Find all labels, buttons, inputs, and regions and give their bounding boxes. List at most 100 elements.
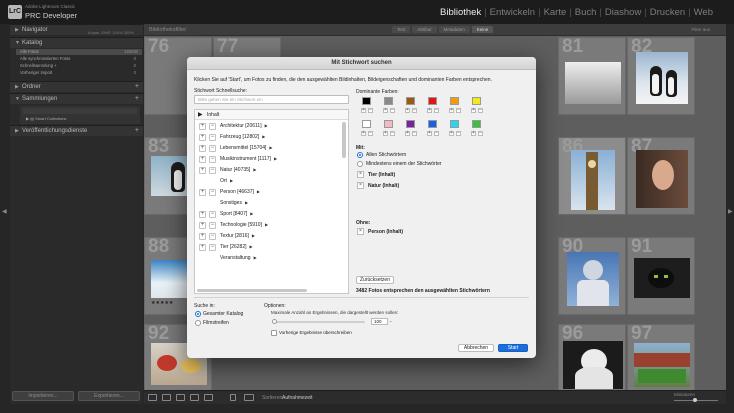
navigator-panel-header[interactable]: ▶ Navigator Anpas. EINP. 100% 300% — [10, 24, 143, 35]
add-color-icon[interactable]: + — [471, 131, 476, 136]
exclude-keyword-icon[interactable]: − — [209, 189, 216, 196]
grid-cell[interactable]: 90 — [558, 237, 626, 315]
keyword-search-input[interactable]: Bitte geben Sie ein Stichwort ein — [194, 95, 349, 104]
expand-arrow-icon[interactable]: ▶ — [262, 222, 268, 227]
grid-cell[interactable]: 82 — [627, 37, 695, 115]
survey-view-icon[interactable] — [190, 394, 199, 401]
add-keyword-icon[interactable]: + — [199, 189, 206, 196]
exclude-color-icon[interactable]: − — [434, 131, 439, 136]
max-results-slider-knob[interactable] — [272, 319, 277, 324]
grid-cell[interactable]: 87 — [627, 137, 695, 215]
exclude-keyword-icon[interactable]: − — [209, 156, 216, 163]
add-keyword-icon[interactable]: + — [199, 156, 206, 163]
exclude-color-icon[interactable]: − — [434, 108, 439, 113]
reset-button[interactable]: Zurücksetzen — [356, 276, 394, 284]
tree-vertical-scrollbar[interactable] — [342, 122, 346, 158]
exclude-color-icon[interactable]: − — [390, 108, 395, 113]
module-buch[interactable]: Buch — [572, 7, 600, 18]
exclude-color-icon[interactable]: − — [456, 108, 461, 113]
exclude-color-icon[interactable]: − — [368, 108, 373, 113]
right-panel-toggle-icon[interactable]: ▶ — [728, 208, 733, 215]
grid-cell[interactable]: 86 — [558, 137, 626, 215]
keyword-row[interactable]: + − Natur [40735] ▶ — [195, 165, 340, 176]
add-color-icon[interactable]: + — [405, 131, 410, 136]
keyword-row[interactable]: Veranstaltung ▶ — [195, 253, 340, 264]
keyword-row[interactable]: + − Fahrzeug [12802] ▶ — [195, 132, 340, 143]
exclude-keyword-icon[interactable]: − — [209, 134, 216, 141]
exclude-keyword-icon[interactable]: − — [209, 167, 216, 174]
katalog-item-alle-fotos[interactable]: Alle Fotos 146230 — [16, 49, 142, 55]
expand-arrow-icon[interactable]: ▶ — [271, 156, 277, 161]
exclude-color-icon[interactable]: − — [368, 131, 373, 136]
expand-arrow-icon[interactable]: ▶ — [254, 189, 260, 194]
ordner-panel-header[interactable]: ▶ Ordner + — [10, 81, 143, 92]
keyword-row[interactable]: Sonstiges ▶ — [195, 198, 340, 209]
import-button[interactable]: Importieren... — [12, 391, 74, 401]
smart-collections-item[interactable]: ▶ ▤ Smart Collections — [26, 116, 66, 121]
exclude-color-icon[interactable]: − — [412, 131, 417, 136]
exclude-color-icon[interactable]: − — [390, 131, 395, 136]
max-results-slider[interactable] — [273, 321, 365, 323]
keyword-row[interactable]: + − Technologie [5910] ▶ — [195, 220, 340, 231]
people-view-icon[interactable] — [204, 394, 213, 401]
tree-horizontal-scrollbar[interactable] — [197, 289, 307, 292]
keyword-row[interactable]: + − Textur [2816] ▶ — [195, 231, 340, 242]
add-keyword-icon[interactable]: + — [199, 222, 206, 229]
exclude-keyword-icon[interactable]: − — [209, 145, 216, 152]
max-results-value[interactable]: 100 — [371, 318, 388, 325]
add-color-icon[interactable]: + — [449, 131, 454, 136]
keyword-row[interactable]: + − Musikinstrument [1117] ▶ — [195, 154, 340, 165]
expand-arrow-icon[interactable]: ▶ — [251, 255, 257, 260]
remove-keyword-icon[interactable]: × — [357, 228, 364, 235]
sort-dropdown[interactable]: Aufnahmezeit — [282, 395, 313, 401]
loupe-view-icon[interactable] — [162, 394, 171, 401]
add-collection-icon[interactable]: + — [135, 94, 139, 104]
spray-can-icon[interactable] — [230, 394, 236, 401]
radio-all-keywords[interactable] — [357, 152, 363, 158]
grid-cell[interactable]: 91 — [627, 237, 695, 315]
filter-tab-keine[interactable]: Keine — [471, 26, 494, 33]
keyword-row[interactable]: + − Sport [8407] ▶ — [195, 209, 340, 220]
katalog-item-quick-collection[interactable]: Schnellsammlung + 0 — [20, 63, 140, 69]
filter-tab-metadaten[interactable]: Metadaten — [438, 26, 470, 33]
add-color-icon[interactable]: + — [383, 108, 388, 113]
expand-arrow-icon[interactable]: ▶ — [250, 167, 256, 172]
radio-filmstrip[interactable] — [195, 320, 201, 326]
export-button[interactable]: Exportieren... — [78, 391, 140, 401]
add-keyword-icon[interactable]: + — [199, 211, 206, 218]
exclude-keyword-icon[interactable]: − — [209, 244, 216, 251]
add-keyword-icon[interactable]: + — [199, 134, 206, 141]
collection-filter-input[interactable] — [23, 108, 137, 114]
cancel-button[interactable]: Abbrechen — [458, 344, 494, 352]
add-color-icon[interactable]: + — [405, 108, 410, 113]
exclude-color-icon[interactable]: − — [456, 131, 461, 136]
exclude-color-icon[interactable]: − — [478, 131, 483, 136]
keyword-row[interactable]: + − Architektur [20611] ▶ — [195, 121, 340, 132]
expand-arrow-icon[interactable]: ▶ — [249, 233, 255, 238]
radio-entire-catalog[interactable] — [195, 311, 201, 317]
grid-view-icon[interactable] — [148, 394, 157, 401]
sort-direction-icon[interactable] — [244, 394, 254, 401]
tree-header-inhalt[interactable]: ▶ Inhalt — [195, 110, 348, 120]
add-keyword-icon[interactable]: + — [199, 233, 206, 240]
add-color-icon[interactable]: + — [427, 131, 432, 136]
grid-cell[interactable]: 81 — [558, 37, 626, 115]
remove-keyword-icon[interactable]: × — [357, 171, 364, 178]
expand-arrow-icon[interactable]: ▶ — [227, 178, 233, 183]
exclude-color-icon[interactable]: − — [412, 108, 417, 113]
expand-arrow-icon[interactable]: ▶ — [247, 211, 253, 216]
publish-services-panel-header[interactable]: ▶ Veröffentlichungsdienste + — [10, 125, 143, 136]
add-color-icon[interactable]: + — [383, 131, 388, 136]
expand-arrow-icon[interactable]: ▶ — [259, 134, 265, 139]
keyword-row[interactable]: Ort ▶ — [195, 176, 340, 187]
grid-cell[interactable]: 96 — [558, 324, 626, 390]
thumbnail-size-slider-knob[interactable] — [693, 398, 697, 402]
katalog-item-synced[interactable]: Alle synchronisierten Fotos 0 — [20, 56, 140, 62]
remove-keyword-icon[interactable]: × — [357, 182, 364, 189]
sammlungen-panel-header[interactable]: ▼ Sammlungen + — [10, 93, 143, 104]
add-folder-icon[interactable]: + — [135, 82, 139, 92]
overwrite-results-checkbox[interactable] — [271, 330, 277, 336]
exclude-keyword-icon[interactable]: − — [209, 233, 216, 240]
module-diashow[interactable]: Diashow — [602, 7, 644, 18]
add-keyword-icon[interactable]: + — [199, 167, 206, 174]
